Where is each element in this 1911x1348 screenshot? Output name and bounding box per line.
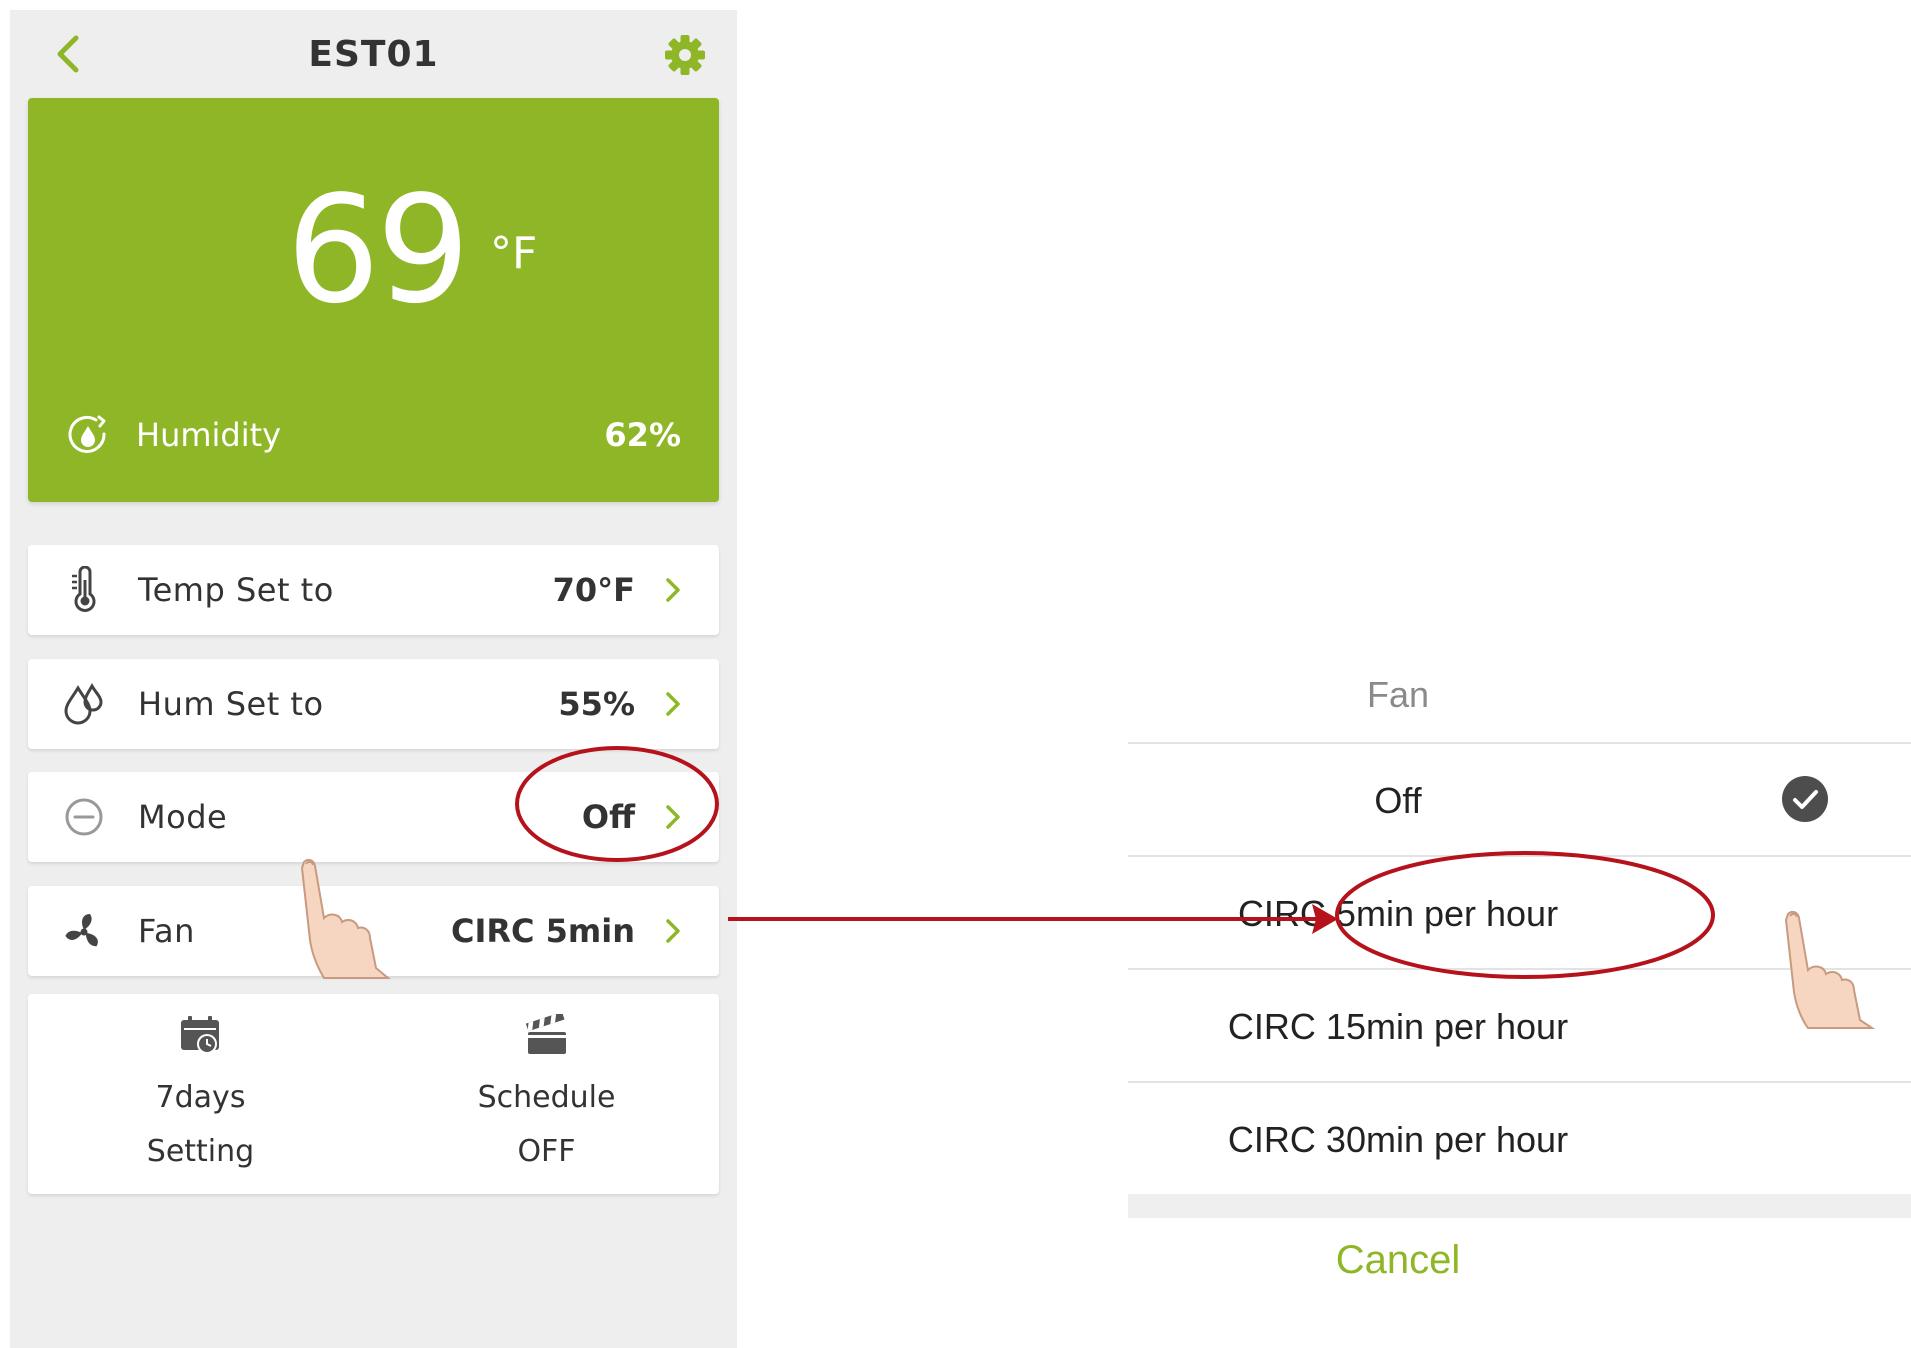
- seven-day-label: 7days: [155, 1080, 246, 1115]
- sheet-title: Fan: [1366, 674, 1430, 715]
- row-label: Fan: [138, 912, 195, 950]
- minus-circle-icon: [65, 798, 103, 836]
- checkmark-icon: [1782, 776, 1828, 822]
- seven-day-setting-button[interactable]: 7days Setting: [28, 994, 373, 1194]
- gear-icon[interactable]: [662, 32, 708, 78]
- row-value: CIRC 5min: [450, 912, 635, 950]
- row-label: Mode: [138, 798, 228, 836]
- row-value: Off: [581, 798, 635, 836]
- thermostat-screen: EST01 69 °F Humidity 62% Temp Set to 70°…: [10, 10, 737, 1348]
- fan-option-off[interactable]: Off: [1128, 742, 1911, 854]
- option-label: CIRC 15min per hour: [1227, 1006, 1569, 1047]
- clapperboard-icon: [525, 1014, 566, 1054]
- current-temperature-card: 69 °F Humidity 62%: [28, 98, 719, 502]
- schedule-label: Schedule: [477, 1080, 616, 1115]
- option-label: CIRC 30min per hour: [1227, 1119, 1569, 1160]
- option-label: CIRC 5min per hour: [1237, 893, 1559, 934]
- water-drops-icon: [64, 682, 103, 725]
- row-value: 70°F: [552, 571, 635, 609]
- chevron-right-icon: [666, 578, 680, 602]
- top-bar: EST01: [10, 10, 737, 98]
- fan-option-circ-15[interactable]: CIRC 15min per hour: [1128, 968, 1911, 1080]
- calendar-clock-icon: [181, 1016, 219, 1054]
- fan-option-circ-5[interactable]: CIRC 5min per hour: [1128, 855, 1911, 967]
- humidity-icon: [68, 415, 106, 453]
- fan-option-circ-30[interactable]: CIRC 30min per hour: [1128, 1081, 1911, 1193]
- humidity-setpoint-row[interactable]: Hum Set to 55%: [28, 659, 719, 749]
- row-label: Temp Set to: [138, 571, 334, 609]
- chevron-right-icon: [666, 805, 680, 829]
- row-label: Hum Set to: [138, 685, 324, 723]
- humidity-value: 62%: [604, 416, 681, 454]
- current-temperature: 69: [286, 164, 470, 336]
- cancel-button[interactable]: Cancel: [1128, 1238, 1668, 1283]
- seven-day-sublabel: Setting: [146, 1134, 255, 1169]
- humidity-label: Humidity: [136, 416, 282, 454]
- sheet-separator: [1128, 1194, 1911, 1218]
- temperature-unit: °F: [490, 228, 538, 279]
- schedule-status: OFF: [517, 1134, 576, 1169]
- mode-row[interactable]: Mode Off: [28, 772, 719, 862]
- fan-icon: [65, 914, 98, 947]
- row-value: 55%: [558, 685, 635, 723]
- fan-row[interactable]: Fan CIRC 5min: [28, 886, 719, 976]
- fan-picker-sheet: Fan Off CIRC 5min per hour CIRC 15min pe…: [1128, 646, 1911, 1306]
- chevron-right-icon: [666, 692, 680, 716]
- bottom-actions-card: 7days Setting Schedule OFF: [28, 994, 719, 1194]
- page-title: EST01: [308, 34, 439, 75]
- thermometer-icon: [72, 566, 96, 612]
- option-label: Off: [1374, 780, 1422, 821]
- chevron-right-icon: [666, 919, 680, 943]
- schedule-toggle-button[interactable]: Schedule OFF: [374, 994, 719, 1194]
- temp-setpoint-row[interactable]: Temp Set to 70°F: [28, 545, 719, 635]
